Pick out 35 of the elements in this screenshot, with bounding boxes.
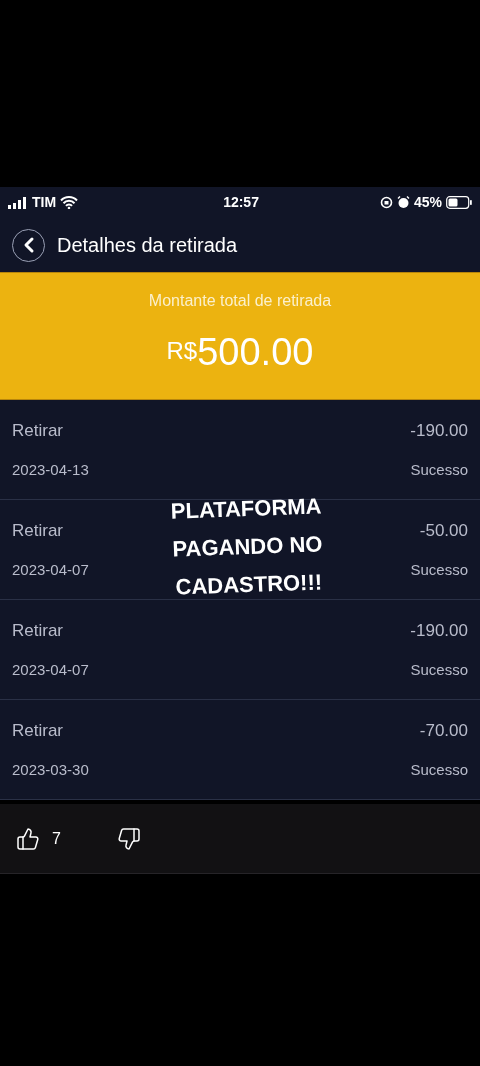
caption-line: PAGANDO NO: [171, 530, 324, 564]
currency-symbol: R$: [166, 336, 198, 364]
dislike-button[interactable]: [116, 826, 141, 851]
transaction-type: Retirar: [12, 419, 63, 442]
transaction-amount: -190.00: [410, 619, 468, 642]
clock-time: 12:57: [223, 193, 259, 212]
thumbs-down-icon: [116, 826, 141, 851]
signal-icon: [8, 196, 28, 209]
rotation-lock-icon: [379, 196, 393, 209]
caption-line: PLATAFORMA: [170, 492, 323, 526]
thumbs-up-icon: [16, 826, 40, 851]
wifi-icon: [60, 196, 79, 209]
transaction-date: 2023-04-07: [12, 560, 89, 580]
transaction-date: 2023-04-13: [12, 460, 89, 480]
transaction-status: Sucesso: [410, 660, 468, 680]
battery-percent: 45%: [413, 193, 442, 212]
summary-label: Montante total de retirada: [148, 291, 332, 311]
total-amount: 500.00: [197, 333, 314, 371]
transaction-status: Sucesso: [410, 760, 468, 780]
caption-line: CADASTRO!!!: [174, 568, 323, 602]
transaction-date: 2023-03-30: [12, 760, 89, 780]
transaction-type: Retirar: [12, 519, 63, 542]
battery-icon: [446, 196, 472, 209]
transaction-amount: -70.00: [419, 719, 468, 742]
transaction-date: 2023-04-07: [12, 660, 89, 680]
transaction-status: Sucesso: [410, 560, 468, 580]
transaction-status: Sucesso: [410, 460, 468, 480]
carrier-name: TIM: [32, 193, 57, 212]
like-button[interactable]: 7: [16, 826, 61, 851]
transaction-amount: -190.00: [410, 419, 468, 442]
transaction-type: Retirar: [12, 619, 63, 642]
page-title: Detalhes da retirada: [57, 233, 238, 258]
transaction-amount: -50.00: [419, 519, 468, 542]
transaction-type: Retirar: [12, 719, 63, 742]
alarm-icon: [396, 196, 410, 209]
